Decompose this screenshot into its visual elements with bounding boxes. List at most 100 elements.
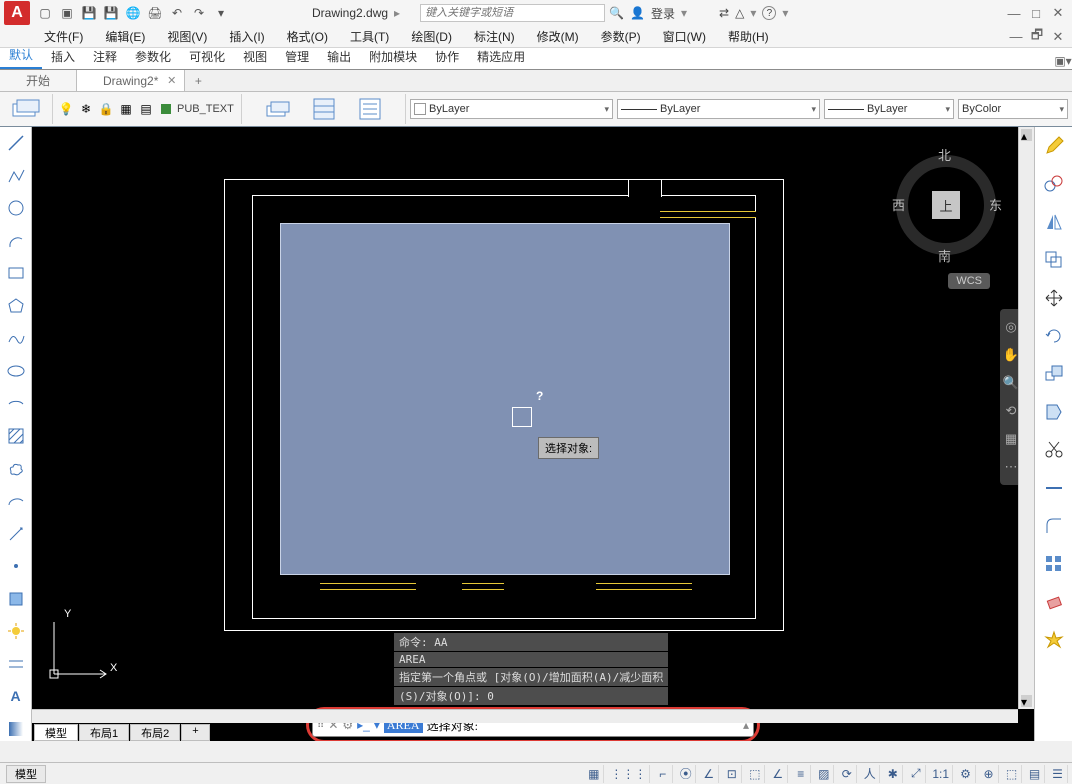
circle-tool-icon[interactable]	[3, 196, 29, 221]
move-icon[interactable]	[1039, 283, 1069, 313]
elliptical-arc-icon[interactable]	[3, 489, 29, 514]
layer-color-icon[interactable]	[157, 100, 175, 118]
multiline-tool-icon[interactable]	[3, 652, 29, 677]
fillet-icon[interactable]	[1039, 511, 1069, 541]
open-web-icon[interactable]: 🌐	[124, 4, 142, 22]
binoculars-icon[interactable]: 🔍	[609, 6, 624, 20]
otrack-icon[interactable]: ∠	[768, 765, 788, 783]
horizontal-scrollbar[interactable]	[32, 709, 1018, 723]
layer-isolate-icon[interactable]: ▦	[117, 100, 135, 118]
redo-icon[interactable]: ↷	[190, 4, 208, 22]
mdi-close[interactable]: ✕	[1048, 29, 1068, 45]
saveas-icon[interactable]: 💾	[102, 4, 120, 22]
ellipse-tool-icon[interactable]	[3, 359, 29, 384]
ortho-toggle-icon[interactable]: ⌐	[653, 765, 673, 783]
close-button[interactable]: ✕	[1048, 5, 1068, 21]
plot-icon[interactable]: 🖨	[146, 4, 164, 22]
menu-参数[interactable]: 参数(P)	[595, 26, 647, 47]
line-tool-icon[interactable]	[3, 131, 29, 156]
point-tool-icon[interactable]	[3, 554, 29, 579]
menu-视图[interactable]: 视图(V)	[161, 26, 213, 47]
mirror-icon[interactable]	[1039, 207, 1069, 237]
layer-freeze-icon[interactable]: ❄	[77, 100, 95, 118]
match-properties-icon[interactable]	[256, 94, 300, 124]
mdi-minimize[interactable]: —	[1006, 29, 1026, 45]
layout-tab-add[interactable]: +	[181, 724, 209, 741]
lineweight-toggle-icon[interactable]: ≡	[791, 765, 811, 783]
login-link[interactable]: 登录	[651, 5, 675, 22]
save-icon[interactable]: 💾	[80, 4, 98, 22]
extend-icon[interactable]	[1039, 473, 1069, 503]
menu-工具[interactable]: 工具(T)	[344, 26, 395, 47]
app-store-icon[interactable]: △	[735, 6, 744, 20]
menu-编辑[interactable]: 编辑(E)	[99, 26, 151, 47]
layer-properties-icon[interactable]	[4, 94, 48, 124]
minimize-button[interactable]: —	[1004, 5, 1024, 21]
layout-tab-1[interactable]: 布局1	[79, 724, 129, 741]
polygon-tool-icon[interactable]	[3, 294, 29, 319]
lineweight-combo[interactable]: ByLayer▾	[824, 99, 954, 119]
menu-修改[interactable]: 修改(M)	[531, 26, 585, 47]
selection-cycling-icon[interactable]: ⟳	[837, 765, 857, 783]
list-icon[interactable]	[348, 94, 392, 124]
hatch-tool-icon[interactable]	[3, 424, 29, 449]
layer-off-icon[interactable]: 💡	[57, 100, 75, 118]
rotate-icon[interactable]	[1039, 321, 1069, 351]
annotation-scale-icon[interactable]: 人	[860, 765, 880, 783]
explode-icon[interactable]	[1039, 625, 1069, 655]
layer-lock-icon[interactable]: 🔒	[97, 100, 115, 118]
transparency-icon[interactable]: ▨	[814, 765, 834, 783]
ray-tool-icon[interactable]	[3, 521, 29, 546]
vertical-scrollbar[interactable]: ▴▾	[1018, 127, 1034, 709]
grid-toggle-icon[interactable]: ▦	[584, 765, 604, 783]
model-space-button[interactable]: 模型	[6, 765, 46, 783]
customization-icon[interactable]: ☰	[1048, 765, 1068, 783]
gradient-tool-icon[interactable]	[3, 717, 29, 742]
plotstyle-combo[interactable]: ByColor▾	[958, 99, 1068, 119]
maximize-button[interactable]: □	[1026, 5, 1046, 21]
open-icon[interactable]: ▣	[58, 4, 76, 22]
trim-icon[interactable]	[1039, 435, 1069, 465]
block-insert-icon[interactable]	[3, 586, 29, 611]
text-tool-icon[interactable]: A	[3, 684, 29, 709]
scale-icon[interactable]	[1039, 359, 1069, 389]
menu-插入[interactable]: 插入(I)	[223, 26, 270, 47]
ellipse-arc-tool-icon[interactable]	[3, 391, 29, 416]
pencil-icon[interactable]	[1039, 131, 1069, 161]
layer-state-icon[interactable]: ▤	[137, 100, 155, 118]
arc-tool-icon[interactable]	[3, 229, 29, 254]
autoscale-icon[interactable]: ⤢	[906, 765, 926, 783]
search-input[interactable]	[420, 4, 605, 22]
stretch-icon[interactable]	[1039, 397, 1069, 427]
isodraft-icon[interactable]: ∠	[699, 765, 719, 783]
linetype-combo[interactable]: ByLayer▾	[617, 99, 820, 119]
offset-icon[interactable]	[1039, 245, 1069, 275]
menu-帮助[interactable]: 帮助(H)	[722, 26, 775, 47]
mdi-restore[interactable]: 🗗	[1027, 29, 1047, 45]
3dosnap-icon[interactable]: ⬚	[745, 765, 765, 783]
spline-tool-icon[interactable]	[3, 326, 29, 351]
menu-格式[interactable]: 格式(O)	[281, 26, 334, 47]
exchange-icon[interactable]: ⇄	[719, 6, 729, 20]
scale-label[interactable]: 1:1	[929, 765, 953, 783]
file-tab-0[interactable]: 开始	[0, 70, 77, 91]
file-tab-close[interactable]: ✕	[167, 74, 176, 87]
wcs-badge[interactable]: WCS	[948, 273, 990, 289]
erase-icon[interactable]	[1039, 587, 1069, 617]
annotation-visibility-icon[interactable]: ✱	[883, 765, 903, 783]
polyline-tool-icon[interactable]	[3, 164, 29, 189]
properties-icon[interactable]	[302, 94, 346, 124]
qat-more-icon[interactable]: ▾	[212, 4, 230, 22]
copy-icon[interactable]	[1039, 169, 1069, 199]
menu-窗口[interactable]: 窗口(W)	[657, 26, 712, 47]
osnap-toggle-icon[interactable]: ⊡	[722, 765, 742, 783]
app-logo[interactable]: A	[4, 1, 30, 25]
light-icon[interactable]	[3, 619, 29, 644]
menu-绘图[interactable]: 绘图(D)	[405, 26, 458, 47]
color-combo[interactable]: ByLayer▾	[410, 99, 613, 119]
drawing-canvas[interactable]: ? 选择对象: 上 北 南 西 东 WCS ◎ ✋ 🔍 ⟲ ▦ ⋯ Y X 命令…	[32, 127, 1034, 741]
ribbon-collapse-icon[interactable]: ▣▾	[1054, 53, 1072, 69]
array-icon[interactable]	[1039, 549, 1069, 579]
file-tab-1[interactable]: Drawing2*✕	[77, 70, 185, 91]
quick-properties-icon[interactable]: ▤	[1025, 765, 1045, 783]
